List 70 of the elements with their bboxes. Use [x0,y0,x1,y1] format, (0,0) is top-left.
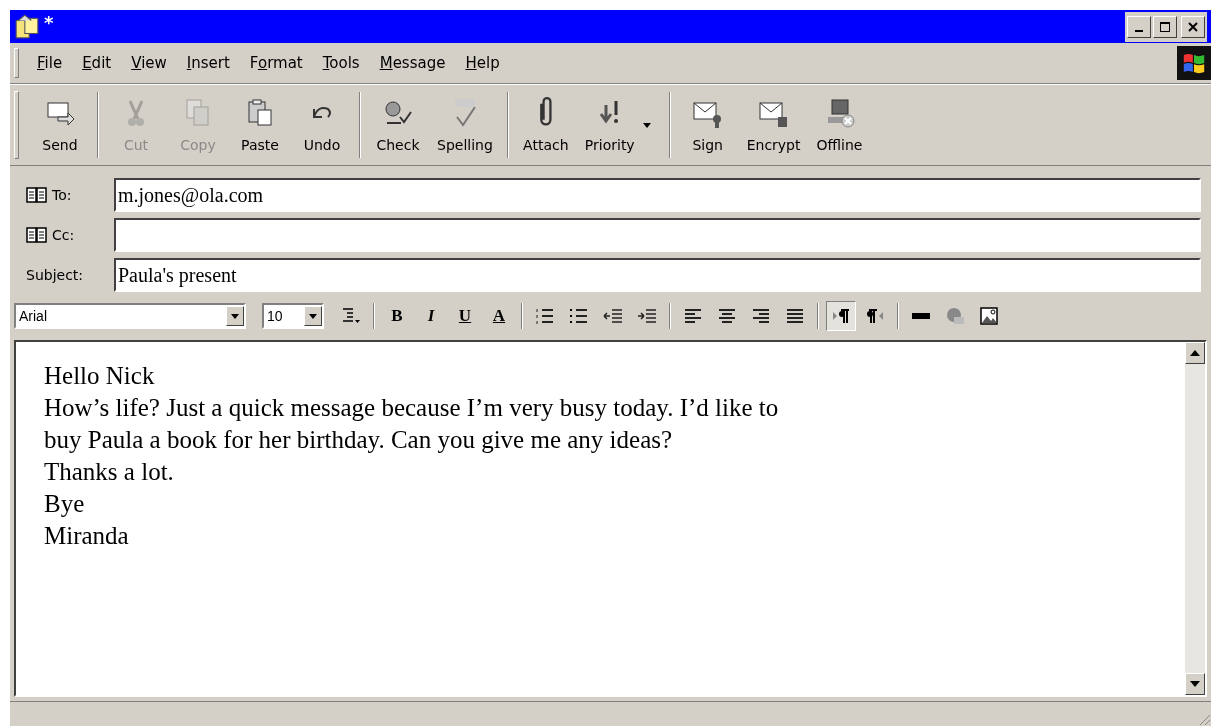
maximize-button[interactable] [1153,15,1177,38]
input-field[interactable]: m.jones@ola.com [114,178,1201,212]
toolbar-button[interactable]: Check [367,97,429,153]
menu-item[interactable]: Insert [178,54,242,72]
field-label: Subject: [26,267,84,283]
bullet-list-icon [569,306,589,326]
minimize-button[interactable] [1127,15,1151,38]
up-arrow-icon [1190,350,1200,356]
align-right-icon [751,306,771,326]
toolbar-button[interactable]: Offline [808,97,871,153]
decrease-indent-icon [603,306,623,326]
toolbar-button[interactable]: Encrypt [738,97,809,153]
scroll-down-button[interactable] [1185,673,1205,695]
flag-logo-icon [1177,46,1211,80]
toolbar-button[interactable]: Attach [514,97,577,153]
toolbar-button[interactable]: Priority [576,97,643,153]
justify-icon [785,306,805,326]
body-text-line: Bye [44,489,86,519]
font-dropdown[interactable]: Arial [14,303,246,329]
format-button[interactable]: U [450,301,480,331]
align-center-icon [717,306,737,326]
maximize-icon [1159,20,1171,33]
close-icon [1187,20,1199,33]
menu-item[interactable]: Message [371,54,458,72]
toolbar-button[interactable]: Send [29,97,91,153]
left-to-right-icon [831,306,851,326]
format-button[interactable] [826,301,856,331]
numbered-list-icon [535,306,555,326]
format-button[interactable]: B [382,301,412,331]
body-text-line: How’s life? Just a quick message because I’m very busy today. I’d like to [44,393,780,423]
toolbar-button[interactable]: Undo [291,97,353,153]
dropdown-arrow-icon [231,313,239,319]
message-body[interactable]: Hello Nick How’s life? Just a quick message because I’m very busy today. I’d like to buy Paula a book for her birthday. Can you give me any ideas? Thanks a lot. Bye Miranda [14,340,1207,697]
format-button[interactable]: I [416,301,446,331]
align-left-icon [683,306,703,326]
scrollbar[interactable] [1185,342,1205,695]
dropdown-arrow-icon [309,313,317,319]
size-dropdown[interactable]: 10 [262,303,324,329]
menu-item[interactable]: Edit [74,54,124,72]
address-book-icon[interactable] [26,226,48,244]
close-button[interactable] [1181,15,1205,38]
field-label: Cc: [52,227,75,243]
increase-indent-icon [637,306,657,326]
menu-item[interactable]: View [123,54,179,72]
body-text-line: Miranda [44,521,130,551]
menu-item[interactable]: Tools [314,54,372,72]
body-text-line: Thanks a lot. [44,457,175,487]
input-field[interactable] [114,218,1201,252]
down-arrow-icon [1190,681,1200,687]
body-text-line: buy Paula a book for her birthday. Can you give me any ideas? [44,425,674,455]
menu-item[interactable]: Format [241,54,315,72]
dropdown-arrow-icon[interactable] [642,122,651,128]
address-book-icon[interactable] [26,186,48,204]
toolbar-button[interactable]: Sign [676,97,739,153]
paragraph-style-icon [341,306,361,326]
window-title: * [44,12,54,33]
resize-grip-icon[interactable] [1197,712,1211,726]
toolbar-button[interactable]: Spelling [429,97,501,153]
app-icon [14,13,40,40]
minimize-icon [1135,29,1143,32]
body-text-line: Hello Nick [44,361,156,391]
right-to-left-icon [865,306,885,326]
menu-item[interactable]: Help [457,54,512,72]
field-label: To: [52,187,72,203]
menu-item[interactable]: File [29,54,75,72]
picture-icon [979,306,999,326]
format-button[interactable]: A [484,301,514,331]
scroll-up-button[interactable] [1185,342,1205,364]
toolbar-button[interactable]: Paste [229,97,291,153]
input-field[interactable]: Paula's present [114,258,1201,292]
